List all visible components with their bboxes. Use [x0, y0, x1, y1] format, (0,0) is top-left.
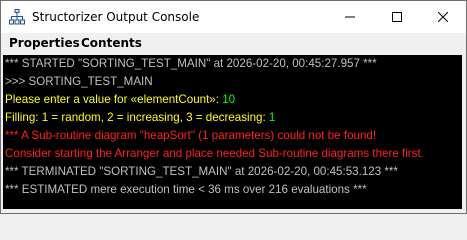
console-line-error: *** A Sub-routine diagram "heapSort" (1 …: [5, 129, 377, 142]
menu-properties[interactable]: Properties: [9, 35, 80, 51]
output-console-window: Structorizer Output Console Properties C…: [0, 0, 467, 214]
maximize-button[interactable]: [374, 1, 420, 33]
close-button[interactable]: [420, 1, 466, 33]
structorizer-app-icon: [9, 9, 25, 25]
minimize-button[interactable]: [327, 1, 373, 33]
console-line-input-prompt: Filling: 1 = random, 2 = increasing, 3 =…: [5, 110, 275, 126]
console-line-started: *** STARTED "SORTING_TEST_MAIN" at 2026-…: [5, 57, 377, 70]
console-line-error-hint: Consider starting the Arranger and place…: [5, 147, 424, 160]
menu-contents[interactable]: Contents: [81, 35, 142, 51]
maximize-icon: [392, 12, 402, 22]
console-line-terminated: *** TERMINATED "SORTING_TEST_MAIN" at 20…: [5, 165, 398, 178]
menu-bar: Properties Contents: [1, 33, 466, 53]
console-output[interactable]: *** STARTED "SORTING_TEST_MAIN" at 2026-…: [3, 55, 462, 209]
close-icon: [438, 12, 448, 22]
input-value: 10: [222, 93, 236, 106]
console-line-estimated: *** ESTIMATED mere execution time < 36 m…: [5, 183, 367, 196]
minimize-icon: [345, 16, 355, 18]
console-line-diagram-name: >>> SORTING_TEST_MAIN: [5, 75, 153, 88]
title-bar[interactable]: Structorizer Output Console: [1, 1, 466, 33]
prompt-text: Please enter a value for «elementCount»:: [5, 93, 223, 106]
console-line-input-prompt: Please enter a value for «elementCount»:…: [5, 92, 235, 108]
window-title: Structorizer Output Console: [32, 10, 200, 24]
prompt-text: Filling: 1 = random, 2 = increasing, 3 =…: [5, 111, 269, 124]
input-value: 1: [268, 111, 276, 124]
